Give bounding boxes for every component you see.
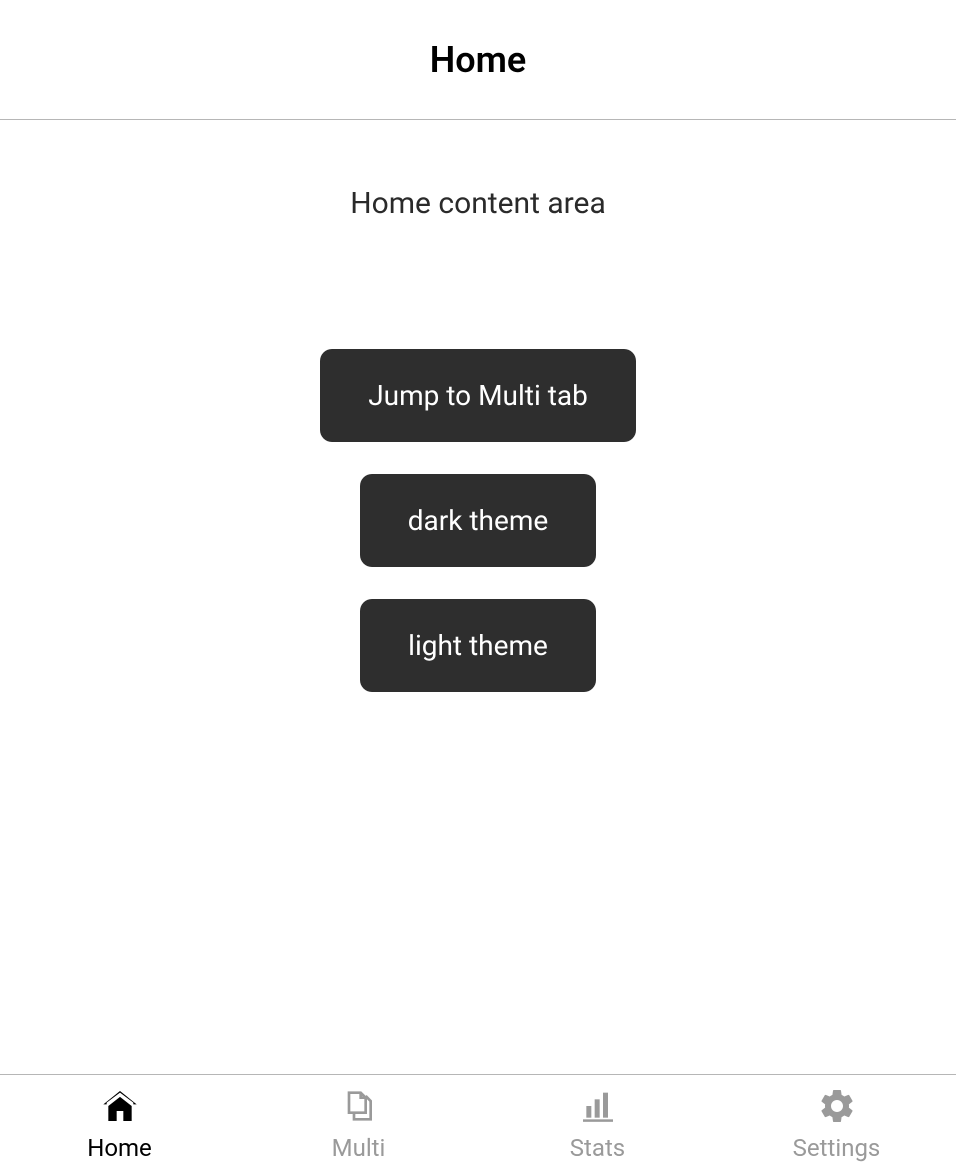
tab-label-home: Home	[87, 1134, 152, 1162]
tab-settings[interactable]: Settings	[717, 1075, 956, 1172]
tab-multi[interactable]: Multi	[239, 1075, 478, 1172]
tab-home[interactable]: Home	[0, 1075, 239, 1172]
page-title: Home	[430, 39, 527, 81]
content-description: Home content area	[350, 186, 606, 221]
stats-icon	[578, 1086, 618, 1126]
tab-label-stats: Stats	[570, 1134, 625, 1162]
tab-label-multi: Multi	[332, 1134, 386, 1162]
tab-bar: Home Multi Stats Settings	[0, 1074, 956, 1172]
copy-icon	[339, 1086, 379, 1126]
light-theme-button[interactable]: light theme	[360, 599, 596, 692]
dark-theme-button[interactable]: dark theme	[360, 474, 596, 567]
home-icon	[100, 1086, 140, 1126]
tab-label-settings: Settings	[793, 1134, 881, 1162]
tab-stats[interactable]: Stats	[478, 1075, 717, 1172]
header: Home	[0, 0, 956, 120]
gear-icon	[817, 1086, 857, 1126]
content-area: Home content area Jump to Multi tab dark…	[0, 120, 956, 1074]
jump-to-multi-button[interactable]: Jump to Multi tab	[320, 349, 636, 442]
